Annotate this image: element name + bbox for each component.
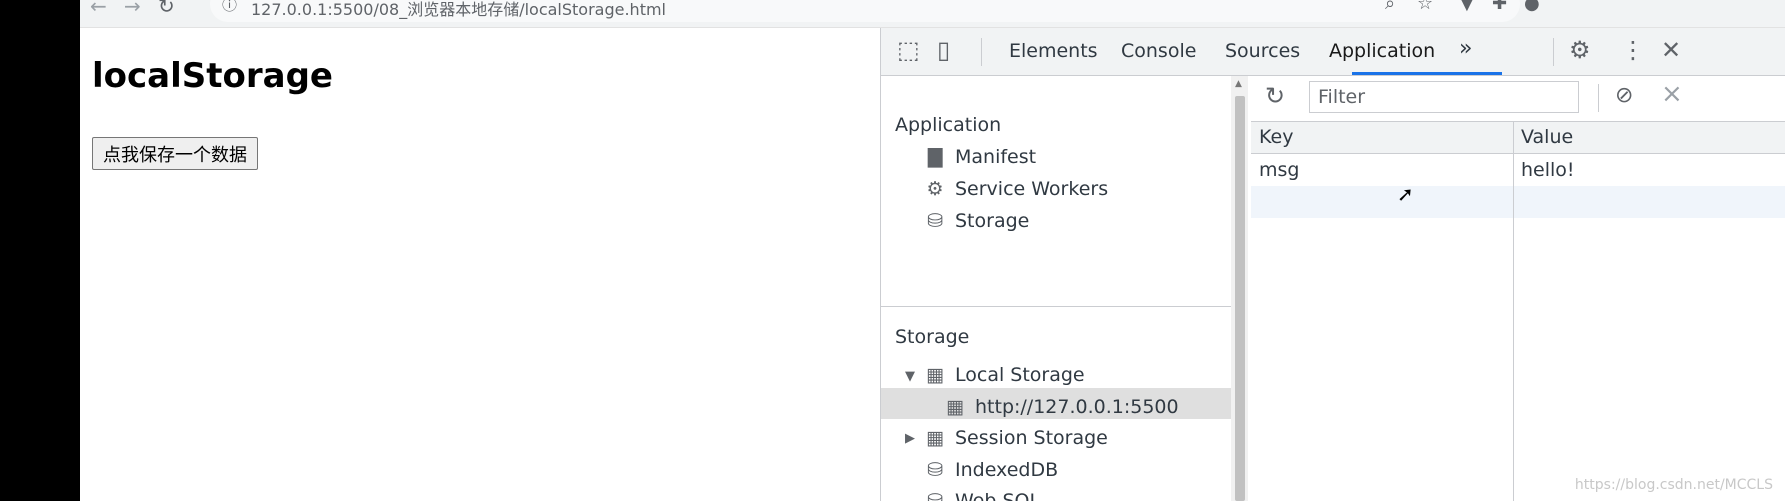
more-tabs-icon[interactable]: »: [1459, 36, 1472, 61]
toolbar-divider: [1553, 38, 1554, 66]
watermark: https://blog.csdn.net/MCCLS: [1574, 477, 1773, 493]
bookmark-star-icon[interactable]: ☆: [1417, 0, 1433, 14]
delete-selected-icon[interactable]: ×: [1661, 79, 1683, 109]
extension-filter-icon[interactable]: ▼: [1460, 0, 1474, 14]
storage-section-title: Storage: [895, 326, 970, 348]
clear-all-icon[interactable]: ⊘: [1615, 83, 1633, 108]
forward-icon[interactable]: →: [124, 0, 141, 18]
sidebar-scrollbar[interactable]: ▲: [1231, 76, 1248, 501]
tab-elements[interactable]: Elements: [1009, 40, 1098, 62]
sidebar-item-session-storage[interactable]: ▦ Session Storage: [923, 427, 1223, 457]
expand-triangle-down-icon[interactable]: ▼: [905, 369, 915, 384]
sidebar-divider: [881, 306, 1231, 307]
mouse-cursor-icon: ➚: [1397, 182, 1414, 206]
column-divider[interactable]: [1513, 122, 1514, 501]
settings-gear-icon[interactable]: ⚙: [1569, 36, 1591, 64]
reload-icon[interactable]: ↻: [158, 0, 175, 18]
database-icon: ⛁: [927, 490, 943, 501]
url-text[interactable]: 127.0.0.1:5500/08_浏览器本地存储/localStorage.h…: [251, 0, 666, 20]
expand-triangle-right-icon[interactable]: ▶: [905, 431, 915, 446]
kebab-menu-icon[interactable]: ⋮: [1621, 36, 1645, 64]
sidebar-item-local-origin[interactable]: ▦ http://127.0.0.1:5500: [881, 388, 1231, 419]
sidebar-item-manifest[interactable]: ▇ Manifest: [923, 146, 1223, 176]
gear-icon: ⚙: [926, 178, 944, 200]
devtools-panel: ⬚ ▯ Elements Console Sources Application…: [880, 28, 1785, 501]
tab-application[interactable]: Application: [1329, 40, 1435, 62]
filter-input[interactable]: [1309, 81, 1579, 113]
info-icon[interactable]: ⓘ: [222, 0, 237, 15]
page-content: localStorage 点我保存一个数据: [80, 28, 880, 501]
zoom-icon[interactable]: ⌕: [1385, 0, 1395, 14]
storage-pane: ↻ ⊘ × Key Value msg hello!: [1251, 76, 1785, 501]
application-section-title: Application: [895, 114, 1002, 136]
sidebar-item-storage[interactable]: ⛁ Storage: [923, 210, 1223, 240]
table-grid-icon: ▦: [946, 396, 964, 418]
sidebar-item-service-workers[interactable]: ⚙ Service Workers: [923, 178, 1223, 208]
cell-key[interactable]: msg: [1259, 159, 1299, 181]
toolbar-divider: [1598, 84, 1599, 112]
extensions-puzzle-icon[interactable]: ✚: [1492, 0, 1507, 14]
tab-console[interactable]: Console: [1121, 40, 1196, 62]
device-toolbar-icon[interactable]: ▯: [937, 36, 950, 64]
cell-value[interactable]: hello!: [1521, 159, 1575, 181]
sidebar-item-websql[interactable]: ⛁ Web SQL: [923, 490, 1223, 501]
profile-avatar-icon[interactable]: ●: [1524, 0, 1540, 14]
table-row-empty[interactable]: [1251, 186, 1785, 218]
table-row[interactable]: msg hello!: [1251, 154, 1785, 186]
table-header: Key Value: [1251, 122, 1785, 154]
tab-sources[interactable]: Sources: [1225, 40, 1300, 62]
sidebar-item-indexeddb[interactable]: ⛁ IndexedDB: [923, 459, 1223, 489]
inspect-element-icon[interactable]: ⬚: [897, 36, 920, 64]
toolbar-divider: [981, 38, 982, 66]
storage-toolbar: ↻ ⊘ ×: [1251, 76, 1785, 122]
column-header-key[interactable]: Key: [1259, 126, 1293, 148]
refresh-icon[interactable]: ↻: [1265, 82, 1285, 110]
table-grid-icon: ▦: [926, 427, 944, 449]
devtools-toolbar: ⬚ ▯ Elements Console Sources Application…: [881, 28, 1785, 76]
column-header-value[interactable]: Value: [1521, 126, 1573, 148]
file-icon: ▇: [927, 146, 943, 168]
scrollbar-thumb[interactable]: [1235, 96, 1245, 501]
close-devtools-icon[interactable]: ✕: [1661, 36, 1681, 64]
storage-table: Key Value msg hello!: [1251, 122, 1785, 501]
browser-window: ← → ↻ ⓘ 127.0.0.1:5500/08_浏览器本地存储/localS…: [80, 0, 1785, 501]
save-data-button[interactable]: 点我保存一个数据: [92, 137, 258, 170]
page-heading: localStorage: [92, 56, 333, 96]
back-icon[interactable]: ←: [90, 0, 107, 18]
database-icon: ⛁: [927, 459, 943, 481]
scroll-up-icon[interactable]: ▲: [1235, 79, 1242, 89]
address-bar: ← → ↻ ⓘ 127.0.0.1:5500/08_浏览器本地存储/localS…: [80, 0, 1785, 28]
active-tab-indicator: [1352, 72, 1502, 75]
database-icon: ⛁: [927, 210, 943, 232]
table-grid-icon: ▦: [926, 364, 944, 386]
application-sidebar: Application ▇ Manifest ⚙ Service Workers ⛁…: [881, 76, 1252, 501]
